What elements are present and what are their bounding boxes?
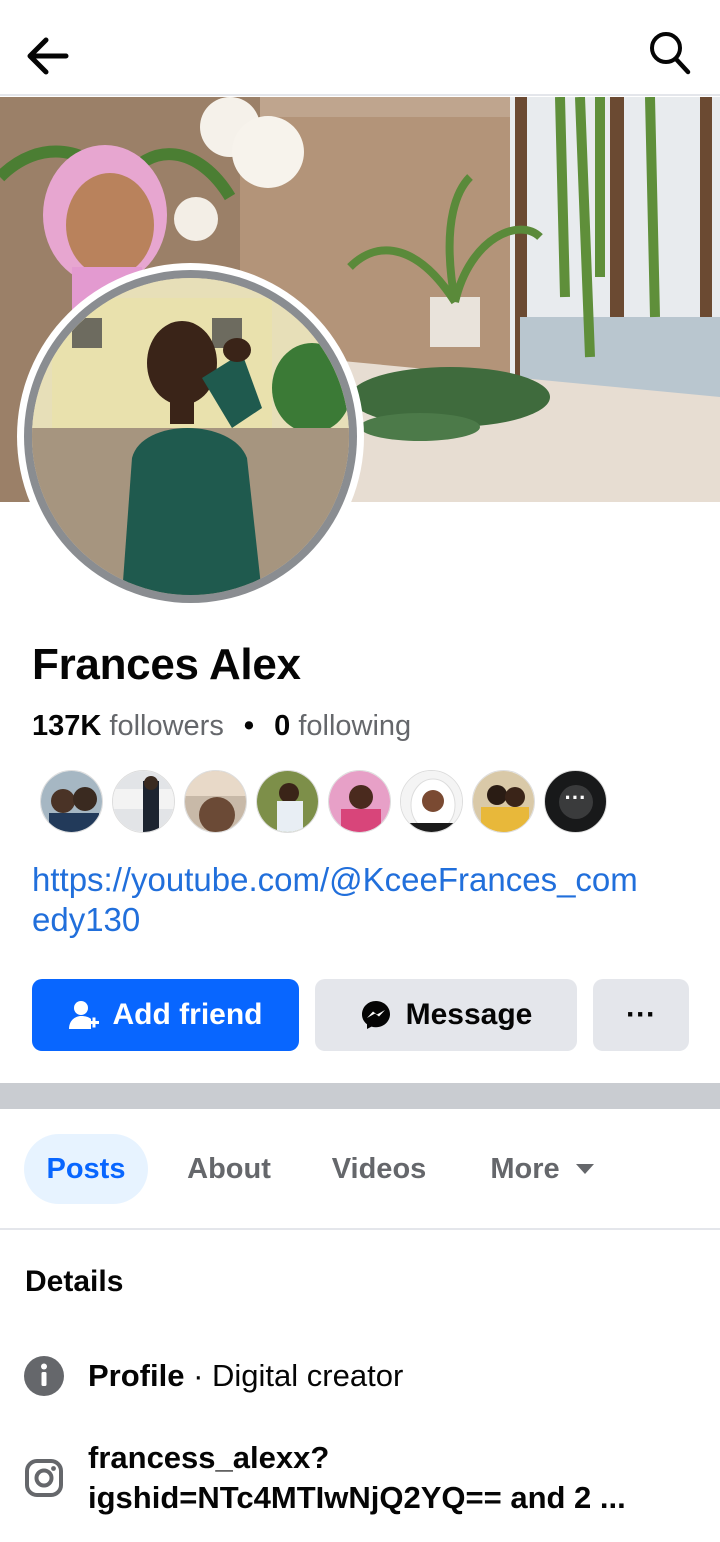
following-count[interactable]: 0 [274,710,290,742]
more-options-button[interactable]: ··· [593,979,689,1051]
follow-stats: 137K followers • 0 following [32,710,411,743]
separator-dot: • [243,710,255,742]
add-friend-label: Add friend [112,998,263,1031]
avatar-border [24,270,357,603]
section-divider [0,1083,720,1109]
instagram-icon [24,1458,64,1498]
friend-avatar[interactable] [184,770,247,833]
profile-name: Frances Alex [32,640,301,689]
back-arrow-icon[interactable] [22,30,74,82]
detail-instagram-row[interactable]: francess_alexx?igshid=NTc4MTIwNjQ2YQ== a… [24,1438,704,1522]
followers-count[interactable]: 137K [32,710,101,742]
search-icon[interactable] [648,30,692,76]
more-options-icon: ··· [626,998,656,1031]
messenger-icon [361,1001,390,1029]
profile-picture[interactable] [17,263,364,610]
details-heading: Details [25,1265,124,1298]
friend-avatar[interactable] [328,770,391,833]
more-friends-button[interactable]: ··· [544,770,607,833]
tab-videos[interactable]: Videos [316,1134,442,1204]
profile-tabs: Posts About Videos More [0,1110,720,1230]
message-label: Message [405,998,533,1031]
followers-label[interactable]: followers [109,710,223,742]
tab-more-label: More [490,1152,560,1185]
mutual-friends-row: ··· [40,770,607,834]
tab-about[interactable]: About [170,1134,288,1204]
detail-instagram-link[interactable]: francess_alexx?igshid=NTc4MTIwNjQ2YQ== a… [88,1438,688,1518]
caret-down-icon [575,1164,594,1174]
friend-avatar[interactable] [472,770,535,833]
add-person-icon [68,1001,99,1029]
friend-avatar[interactable] [256,770,319,833]
detail-profile-label: Profile [88,1358,185,1393]
profile-link[interactable]: https://youtube.com/@KceeFrances_comedy1… [32,860,652,940]
detail-profile-value: · Digital creator [193,1358,404,1393]
add-friend-button[interactable]: Add friend [32,979,299,1051]
detail-profile-text: Profile · Digital creator [88,1356,403,1396]
friend-avatar[interactable] [40,770,103,833]
detail-profile-row: Profile · Digital creator [24,1356,704,1398]
top-bar [0,0,720,96]
tab-posts[interactable]: Posts [24,1134,148,1204]
avatar [32,278,349,595]
more-dots-icon: ··· [558,784,593,819]
friend-avatar[interactable] [112,770,175,833]
following-label[interactable]: following [298,710,411,742]
info-icon [24,1356,64,1396]
message-button[interactable]: Message [315,979,577,1051]
tab-more[interactable]: More [472,1134,612,1204]
friend-avatar[interactable] [400,770,463,833]
